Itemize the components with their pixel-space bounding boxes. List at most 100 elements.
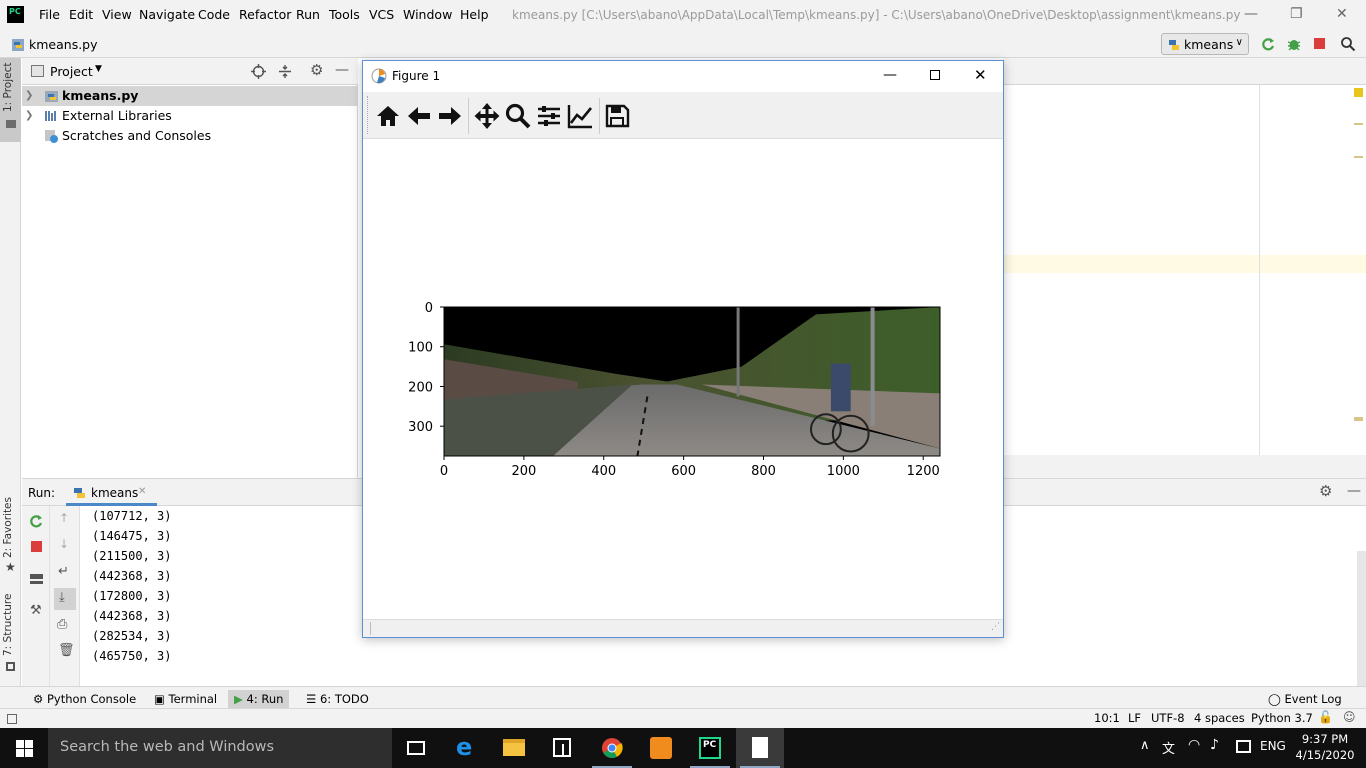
menu-code[interactable]: Code bbox=[198, 7, 230, 22]
terminal-tab[interactable]: ▣ Terminal bbox=[148, 690, 223, 708]
debug-icon[interactable] bbox=[1286, 36, 1302, 52]
menu-tools[interactable]: Tools bbox=[329, 7, 360, 22]
soft-wrap-icon[interactable]: ↵ bbox=[58, 564, 69, 579]
figure-canvas[interactable]: 0 200 400 600 800 1000 1200 0 100 200 300 bbox=[363, 139, 1003, 619]
back-icon[interactable] bbox=[404, 101, 434, 131]
forward-icon[interactable] bbox=[435, 101, 465, 131]
menu-file[interactable]: File bbox=[39, 7, 60, 22]
taskbar-search-box[interactable]: Search the web and Windows bbox=[48, 728, 392, 768]
scroll-marker[interactable] bbox=[1354, 156, 1363, 158]
scroll-marker[interactable] bbox=[1354, 123, 1363, 125]
trash-icon[interactable]: 🗑 bbox=[58, 643, 75, 658]
todo-tab[interactable]: ☰ 6: TODO bbox=[300, 690, 375, 708]
tree-item-external-libraries[interactable]: ❯ External Libraries bbox=[22, 106, 358, 126]
figure-maximize-icon[interactable] bbox=[930, 70, 940, 80]
taskbar-edge[interactable]: e bbox=[442, 728, 490, 768]
run-config-selector[interactable]: kmeans ∨ bbox=[1161, 33, 1249, 55]
taskbar-pdf-app[interactable] bbox=[637, 728, 685, 768]
tree-item-kmeans[interactable]: ❯ kmeans.py bbox=[22, 86, 358, 106]
menu-help[interactable]: Help bbox=[460, 7, 489, 22]
project-view-chevron-icon[interactable]: ▼ bbox=[95, 64, 102, 74]
settings-gear-icon[interactable]: ⚙ bbox=[1319, 482, 1332, 500]
save-icon[interactable] bbox=[602, 101, 632, 131]
scroll-up-icon[interactable]: ↑ bbox=[59, 511, 69, 525]
left-tool-stripe: 1: Project 2: Favorites ★ 7: Structure bbox=[0, 58, 21, 686]
start-button[interactable] bbox=[0, 728, 48, 768]
inspector-icon[interactable]: ☺ bbox=[1343, 710, 1356, 724]
close-icon[interactable]: ✕ bbox=[1336, 6, 1348, 22]
hide-panel-icon[interactable]: — bbox=[1347, 483, 1361, 499]
figure-close-icon[interactable]: ✕ bbox=[974, 66, 987, 84]
hide-panel-icon[interactable]: — bbox=[335, 62, 349, 78]
search-icon[interactable] bbox=[1340, 36, 1356, 52]
scroll-to-end-button[interactable]: ⤓ bbox=[54, 588, 76, 610]
print-icon[interactable]: ⎙ bbox=[57, 617, 67, 632]
restore-icon[interactable]: ❐ bbox=[1290, 6, 1303, 22]
taskbar-pycharm[interactable]: PC bbox=[686, 728, 734, 768]
notifications-icon[interactable] bbox=[1236, 740, 1251, 753]
indent-setting[interactable]: 4 spaces bbox=[1194, 711, 1245, 725]
console-scrollbar[interactable] bbox=[1357, 551, 1366, 686]
locate-icon[interactable] bbox=[251, 64, 266, 79]
menu-refactor[interactable]: Refactor bbox=[239, 7, 291, 22]
menu-view[interactable]: View bbox=[102, 7, 132, 22]
wifi-icon[interactable]: ◠ bbox=[1188, 737, 1200, 753]
clock[interactable]: 9:37 PM 4/15/2020 bbox=[1290, 731, 1360, 763]
stop-icon[interactable] bbox=[1314, 38, 1325, 49]
python-interpreter[interactable]: Python 3.7 bbox=[1251, 711, 1313, 725]
file-encoding[interactable]: UTF-8 bbox=[1151, 711, 1185, 725]
inspection-warning-icon[interactable] bbox=[1354, 88, 1363, 97]
menu-vcs[interactable]: VCS bbox=[369, 7, 394, 22]
expand-arrow-icon[interactable]: ❯ bbox=[25, 106, 33, 126]
caret-position[interactable]: 10:1 bbox=[1094, 711, 1120, 725]
run-tab-label[interactable]: kmeans bbox=[91, 486, 138, 500]
pan-icon[interactable] bbox=[472, 101, 502, 131]
task-view-button[interactable] bbox=[392, 728, 440, 768]
tray-chevron-icon[interactable]: ∧ bbox=[1140, 738, 1150, 753]
taskbar-figure[interactable] bbox=[736, 728, 784, 768]
project-tool-tab[interactable]: 1: Project bbox=[2, 63, 14, 112]
home-icon[interactable] bbox=[373, 101, 403, 131]
close-tab-icon[interactable]: ✕ bbox=[138, 486, 146, 497]
lock-icon[interactable]: 🔓 bbox=[1318, 710, 1333, 724]
taskbar-explorer[interactable] bbox=[490, 728, 538, 768]
taskbar-chrome[interactable] bbox=[588, 728, 636, 768]
subplots-icon[interactable] bbox=[534, 101, 564, 131]
event-log-tab[interactable]: ◯ Event Log bbox=[1262, 690, 1348, 708]
line-separator[interactable]: LF bbox=[1128, 711, 1141, 725]
layout-icon[interactable] bbox=[30, 574, 43, 584]
breadcrumb-file[interactable]: kmeans.py bbox=[29, 37, 98, 52]
customize-icon[interactable] bbox=[565, 101, 595, 131]
menu-edit[interactable]: Edit bbox=[69, 7, 93, 22]
terminal-icon: ▣ bbox=[154, 692, 165, 706]
scroll-marker[interactable] bbox=[1354, 417, 1363, 421]
figure-minimize-icon[interactable]: — bbox=[883, 67, 897, 83]
favorites-tool-tab[interactable]: 2: Favorites bbox=[2, 497, 14, 558]
ime-icon[interactable]: 文 bbox=[1162, 738, 1175, 757]
minimize-icon[interactable]: — bbox=[1244, 6, 1258, 22]
figure-titlebar[interactable]: Figure 1 — ✕ bbox=[363, 61, 1003, 92]
tool-windows-toggle-icon[interactable] bbox=[7, 714, 17, 724]
menu-run[interactable]: Run bbox=[296, 7, 320, 22]
volume-icon[interactable]: ♪ bbox=[1210, 737, 1219, 753]
taskbar-store[interactable] bbox=[538, 728, 586, 768]
rerun-icon[interactable] bbox=[29, 514, 44, 529]
settings-gear-icon[interactable]: ⚙ bbox=[310, 61, 323, 79]
image-plot[interactable]: 0 200 400 600 800 1000 1200 0 100 200 300 bbox=[363, 139, 1003, 619]
run-tab[interactable]: ▶ 4: Run bbox=[228, 690, 290, 708]
menu-window[interactable]: Window bbox=[403, 7, 452, 22]
project-panel-title[interactable]: Project bbox=[50, 64, 93, 79]
resize-grip-icon[interactable]: ⋰ bbox=[991, 622, 1000, 632]
collapse-all-icon[interactable] bbox=[278, 64, 292, 79]
structure-tool-tab[interactable]: 7: Structure bbox=[2, 594, 14, 656]
python-console-tab[interactable]: ⚙ Python Console bbox=[27, 690, 142, 708]
zoom-icon[interactable] bbox=[503, 101, 533, 131]
stop-icon[interactable] bbox=[31, 541, 42, 552]
language-indicator[interactable]: ENG bbox=[1260, 739, 1286, 753]
rerun-icon[interactable] bbox=[1260, 36, 1276, 52]
pin-icon[interactable]: ⚒ bbox=[30, 603, 42, 618]
tree-item-scratches[interactable]: Scratches and Consoles bbox=[22, 126, 358, 146]
scroll-down-icon[interactable]: ↓ bbox=[59, 537, 69, 551]
expand-arrow-icon[interactable]: ❯ bbox=[25, 86, 33, 106]
menu-navigate[interactable]: Navigate bbox=[139, 7, 195, 22]
